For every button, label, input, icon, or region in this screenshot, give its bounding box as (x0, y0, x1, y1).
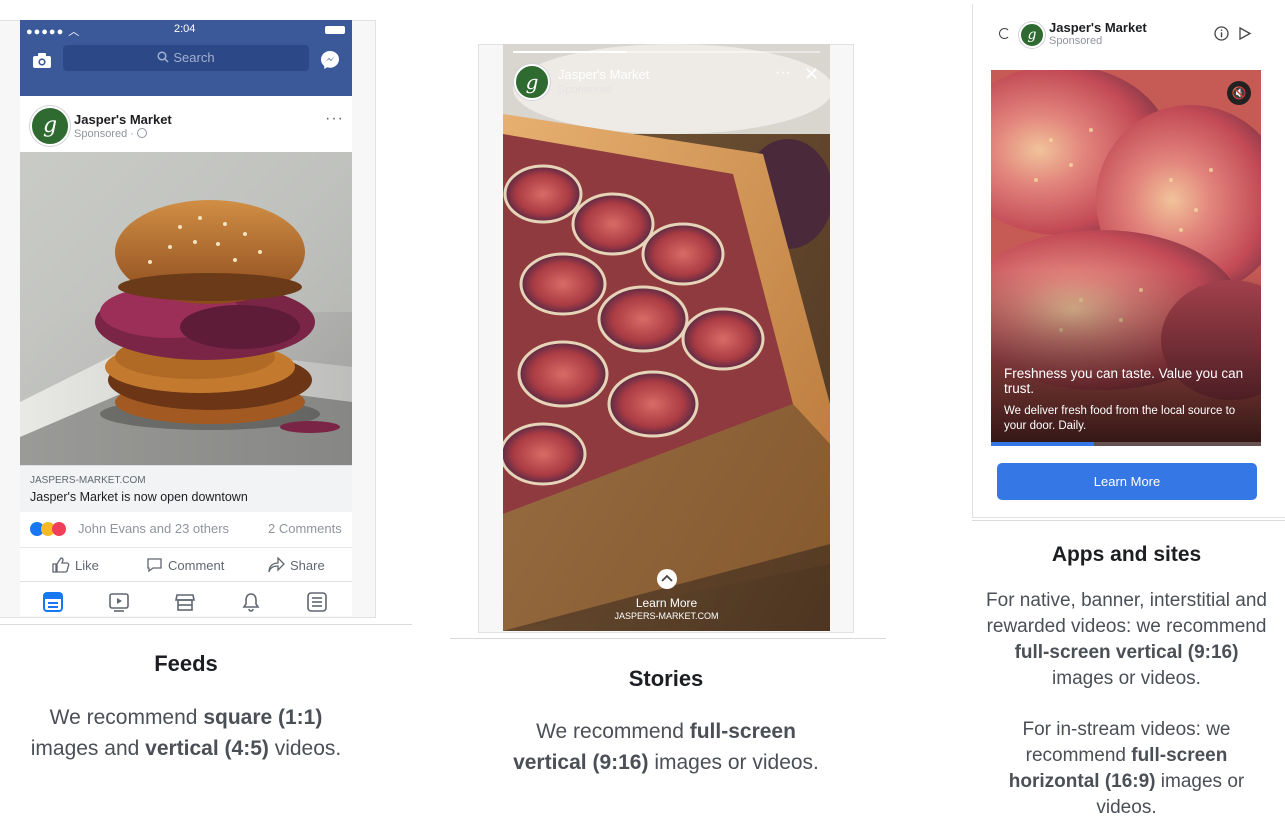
apps-divider (972, 520, 1285, 521)
apps-p2-line4: videos. (1096, 797, 1157, 818)
messenger-icon[interactable] (319, 49, 341, 71)
cta-label: Learn More (635, 596, 698, 610)
comments-count[interactable]: 2 Comments (268, 521, 342, 536)
sponsored-label: Sponsored · (74, 128, 147, 140)
link-preview[interactable]: JASPERS-MARKET.COM Jasper's Market is no… (20, 465, 352, 513)
watch-tab-icon[interactable] (108, 591, 130, 613)
mute-icon[interactable]: 🔇 (1227, 81, 1251, 105)
apps-phone-screen: g Jasper's Market Sponsored 🔇 Freshness … (973, 4, 1285, 516)
burger-photo (20, 152, 352, 465)
cta-domain: JASPERS-MARKET.COM (614, 611, 719, 621)
comment-icon (147, 558, 162, 573)
news-feed-tab-icon[interactable] (42, 591, 64, 613)
stories-line2-post: images or videos. (648, 751, 819, 774)
sponsored-text: Sponsored · (74, 128, 137, 140)
apps-p2-line2-pre: recommend (1025, 745, 1132, 766)
feeds-line1-bold: square (1:1) (203, 706, 323, 729)
love-reaction-icon (52, 522, 66, 536)
reactions-row: John Evans and 23 others 2 Comments (20, 512, 352, 546)
video-progress-fill (991, 442, 1094, 446)
share-label: Share (290, 557, 325, 573)
comment-label: Comment (168, 557, 225, 573)
chevron-up-icon (656, 569, 677, 589)
advertiser-name[interactable]: Jasper's Market (74, 112, 172, 127)
link-domain: JASPERS-MARKET.COM (30, 475, 146, 486)
learn-more-cta[interactable]: Learn More JASPERS-MARKET.COM (593, 568, 740, 621)
apps-p1-line2: rewarded videos: we recommend (986, 616, 1267, 637)
advertiser-avatar[interactable]: g (514, 64, 550, 100)
search-icon (157, 51, 169, 63)
search-input[interactable]: Search (63, 45, 309, 71)
apps-description-2: For in-stream videos: we recommend full-… (970, 717, 1283, 821)
video-body: We deliver fresh food from the local sou… (1004, 405, 1236, 432)
globe-icon (136, 128, 147, 138)
share-button[interactable]: Share (268, 557, 325, 573)
stories-description: We recommend full-screen vertical (9:16)… (450, 716, 882, 778)
learn-more-button[interactable]: Learn More (997, 463, 1257, 500)
stories-line1-pre: We recommend (536, 720, 690, 743)
apps-p2-line1: For in-stream videos: we (1022, 719, 1231, 740)
status-bar: ●●●●● ︿ 2:04 (20, 20, 352, 40)
apps-title: Apps and sites (1051, 543, 1202, 566)
menu-tab-icon[interactable] (306, 591, 328, 613)
camera-icon[interactable] (32, 53, 52, 69)
feeds-line2-bold: vertical (4:5) (145, 737, 269, 760)
feeds-line2-pre: images and (30, 737, 146, 760)
post-actions: Like Comment Share (20, 547, 352, 582)
close-icon[interactable]: ✕ (804, 64, 819, 85)
apps-p1-line1: For native, banner, interstitial and (986, 590, 1267, 611)
like-label: Like (75, 557, 99, 573)
more-icon[interactable]: ··· (775, 64, 791, 82)
info-icon[interactable] (1214, 26, 1229, 41)
apps-p2-line3-post: images or (1155, 771, 1245, 792)
advertiser-name[interactable]: Jasper's Market (558, 67, 649, 82)
apps-p1-line4: images or videos. (1052, 668, 1201, 689)
feeds-line1-pre: We recommend (49, 706, 204, 729)
status-time: 2:04 (174, 23, 196, 35)
battery-icon (325, 26, 345, 34)
reaction-icons[interactable] (30, 522, 74, 536)
apps-description-1: For native, banner, interstitial and rew… (970, 588, 1283, 692)
stories-title: Stories (628, 666, 704, 691)
feeds-divider (0, 624, 412, 625)
video-headline: Freshness you can taste. Value you can t… (1004, 366, 1244, 396)
bottom-tab-bar (20, 581, 352, 616)
more-icon[interactable]: ··· (325, 110, 344, 128)
signal-icon: ●●●●● ︿ (26, 26, 81, 38)
facebook-nav-bar: Search (20, 40, 352, 96)
marketplace-tab-icon[interactable] (174, 591, 196, 613)
sponsored-label: Sponsored (1049, 35, 1103, 47)
story-phone-screen: g Jasper's Market Sponsored ··· ✕ Learn … (503, 44, 830, 631)
feeds-line2-post: videos. (268, 737, 342, 760)
notifications-tab-icon[interactable] (240, 591, 262, 613)
advertiser-avatar[interactable]: g (30, 106, 70, 146)
advertiser-name[interactable]: Jasper's Market (1049, 20, 1147, 35)
stories-line2-bold: vertical (9:16) (513, 751, 649, 774)
comment-button[interactable]: Comment (146, 557, 224, 573)
feed-phone-screen: ●●●●● ︿ 2:04 Search g Jasper's Market Sp… (20, 20, 352, 616)
like-icon (52, 557, 70, 573)
advertiser-avatar[interactable]: g (1019, 22, 1045, 48)
reactions-count[interactable]: John Evans and 23 others (78, 521, 229, 536)
apps-p2-line3-bold: horizontal (16:9) (1008, 771, 1156, 792)
loading-icon (999, 28, 1010, 39)
share-icon (268, 557, 285, 573)
like-button[interactable]: Like (52, 557, 99, 573)
fig-tart-photo (503, 44, 830, 631)
apps-p1-line3-bold: full-screen vertical (9:16) (1014, 642, 1239, 663)
stories-line1-bold: full-screen (689, 720, 796, 743)
play-icon[interactable] (1238, 26, 1252, 41)
feeds-description: We recommend square (1:1) images and ver… (0, 702, 372, 764)
stories-divider (450, 638, 886, 639)
post-header: g Jasper's Market Sponsored · ··· (20, 96, 352, 152)
story-progress-fill (513, 51, 627, 53)
search-placeholder: Search (173, 50, 215, 65)
link-headline: Jasper's Market is now open downtown (30, 490, 248, 504)
feeds-title: Feeds (154, 651, 218, 676)
sponsored-label: Sponsored (558, 84, 612, 96)
apps-p2-line2-bold: full-screen (1131, 745, 1228, 766)
